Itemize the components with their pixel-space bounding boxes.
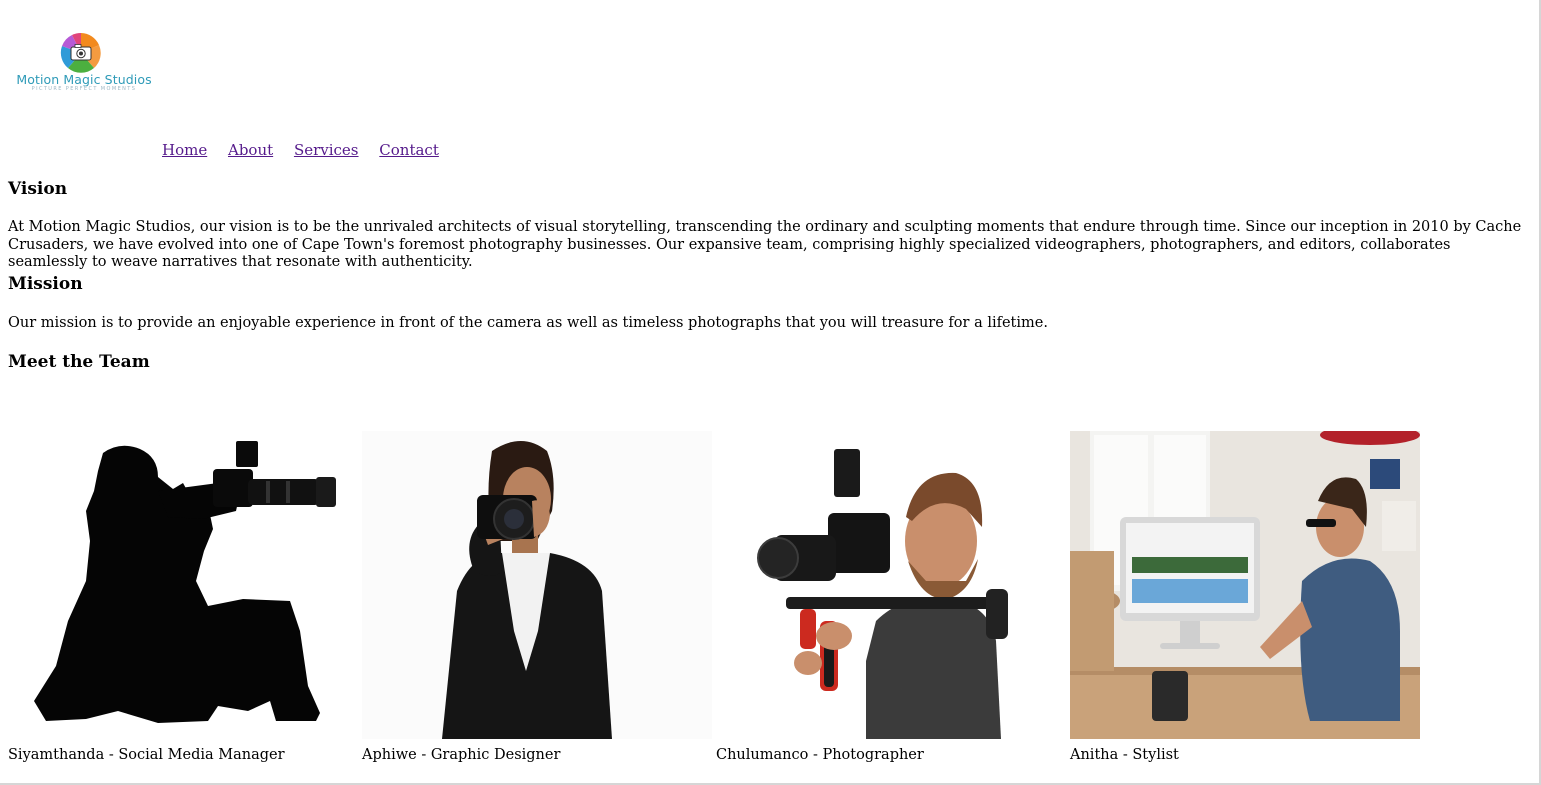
site-logo[interactable]: Motion Magic Studios PICTURE PERFECT MOM…: [14, 30, 154, 96]
photographer-silhouette-photo: [8, 431, 358, 739]
team-member-card: Aphiwe - Graphic Designer: [362, 431, 712, 763]
team-member-card: Siyamthanda - Social Media Manager: [8, 431, 358, 763]
team-gallery: Siyamthanda - Social Media Manager Aphiw…: [0, 431, 1541, 771]
mission-text: Our mission is to provide an enjoyable e…: [8, 315, 1048, 331]
nav-link-about[interactable]: About: [228, 141, 273, 159]
nav-link-services[interactable]: Services: [294, 141, 359, 159]
vision-heading: Vision: [8, 179, 68, 199]
team-member-caption: Anitha - Stylist: [1070, 747, 1179, 763]
team-member-card: Chulumanco - Photographer: [716, 431, 1066, 763]
mission-heading: Mission: [8, 274, 83, 294]
team-member-card: Anitha - Stylist: [1070, 431, 1420, 763]
vision-text: At Motion Magic Studios, our vision is t…: [8, 219, 1522, 270]
camera-shutter-logo-icon: [60, 32, 101, 73]
nav-link-contact[interactable]: Contact: [379, 141, 439, 159]
main-nav: Home About Services Contact: [162, 141, 455, 159]
brand-tagline: PICTURE PERFECT MOMENTS: [31, 86, 137, 92]
page-frame: Motion Magic Studios PICTURE PERFECT MOM…: [0, 0, 1541, 785]
nav-link-home[interactable]: Home: [162, 141, 207, 159]
team-member-caption: Aphiwe - Graphic Designer: [362, 747, 561, 763]
woman-with-camera-photo: [362, 431, 712, 739]
team-member-caption: Chulumanco - Photographer: [716, 747, 924, 763]
brand-name: Motion Magic Studios: [16, 72, 152, 87]
team-member-caption: Siyamthanda - Social Media Manager: [8, 747, 285, 763]
woman-at-computer-photo: [1070, 431, 1420, 739]
man-with-video-rig-photo: [716, 431, 1066, 739]
team-heading: Meet the Team: [8, 352, 150, 372]
